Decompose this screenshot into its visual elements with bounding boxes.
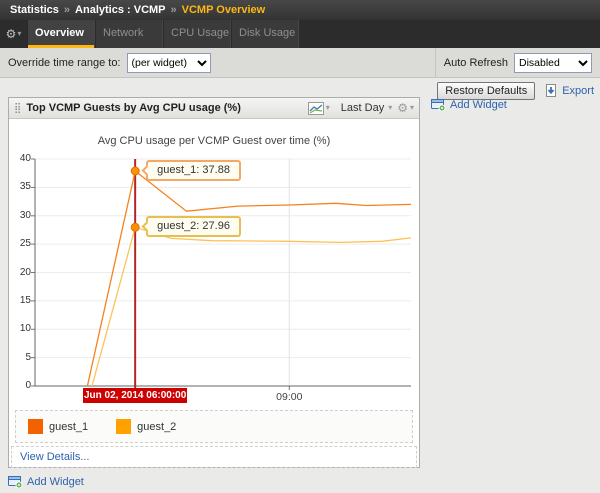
vcmp-overview-page: Statistics » Analytics : VCMP » VCMP Overvie… (0, 0, 600, 493)
chart-legend: guest_1 guest_2 (15, 410, 413, 443)
tooltip-guest-2: guest_2: 27.96 (146, 216, 241, 237)
breadcrumb: Statistics » Analytics : VCMP » VCMP Overvie… (0, 0, 600, 20)
y-tick-label: 35 (9, 181, 31, 192)
x-axis-tick-label: 09:00 (269, 391, 309, 403)
breadcrumb-current: VCMP Overview (182, 4, 266, 16)
top-vcmp-guests-widget: ⣿ Top VCMP Guests by Avg CPU usage (%) ▾… (8, 97, 420, 468)
chart-type-dropdown[interactable]: ▾ (308, 102, 330, 115)
tab-bar: ⚙ ▾ Overview Network CPU Usage Disk Usag… (0, 20, 600, 48)
y-tick-label: 5 (9, 352, 31, 363)
y-tick-label: 40 (9, 153, 31, 164)
y-tick-label: 0 (9, 380, 31, 391)
y-tick-label: 20 (9, 267, 31, 278)
add-widget-icon (8, 476, 23, 488)
actions-row: Restore Defaults Export (437, 82, 594, 100)
time-range-dropdown[interactable]: Last Day ▾ (335, 102, 392, 114)
legend-item-guest-2[interactable]: guest_2 (116, 419, 176, 434)
view-details-link[interactable]: View Details... (20, 451, 90, 463)
chevron-down-icon: ▾ (17, 30, 21, 38)
y-tick-label: 30 (9, 210, 31, 221)
breadcrumb-section[interactable]: Statistics (10, 4, 59, 16)
override-time-range-select[interactable]: (per widget) (127, 53, 211, 73)
tab-cpu-usage[interactable]: CPU Usage (163, 20, 231, 48)
tab-overview[interactable]: Overview (27, 20, 95, 48)
drag-handle-icon[interactable]: ⣿ (14, 103, 21, 114)
breadcrumb-subsection[interactable]: Analytics : VCMP (75, 4, 165, 16)
breadcrumb-separator: » (64, 4, 70, 16)
override-time-range-label: Override time range to: (8, 57, 121, 69)
add-widget-link-bottom[interactable]: Add Widget (8, 476, 84, 488)
tab-disk-usage[interactable]: Disk Usage (231, 20, 299, 48)
y-tick-label: 15 (9, 295, 31, 306)
auto-refresh-select[interactable]: Disabled (514, 53, 592, 73)
gear-icon: ⚙ (6, 28, 17, 40)
legend-swatch-guest-2 (116, 419, 131, 434)
y-tick-label: 10 (9, 323, 31, 334)
add-widget-icon (431, 99, 446, 111)
export-icon (545, 84, 558, 98)
gear-icon: ⚙ (397, 101, 408, 115)
legend-item-guest-1[interactable]: guest_1 (28, 419, 88, 434)
time-toolbar: Override time range to: (per widget) Aut… (0, 48, 600, 78)
legend-swatch-guest-1 (28, 419, 43, 434)
view-details-row: View Details... (11, 446, 417, 468)
breadcrumb-separator: » (171, 4, 177, 16)
tooltip-guest-1: guest_1: 37.88 (146, 160, 241, 181)
chevron-down-icon: ▾ (326, 104, 330, 112)
chevron-down-icon: ▾ (388, 104, 392, 112)
tab-options-menu[interactable]: ⚙ ▾ (0, 20, 27, 48)
chart-area: Avg CPU usage per VCMP Guest over time (… (9, 119, 419, 407)
tab-network[interactable]: Network (95, 20, 163, 48)
chevron-down-icon: ▾ (410, 104, 414, 112)
add-widget-link-top[interactable]: Add Widget (431, 99, 507, 111)
chart-type-icon (308, 102, 324, 115)
time-range-value: Last Day (341, 102, 384, 114)
restore-defaults-button[interactable]: Restore Defaults (437, 82, 535, 100)
y-tick-label: 25 (9, 238, 31, 249)
widget-settings-dropdown[interactable]: ⚙ ▾ (397, 101, 414, 115)
crosshair-date-label: Jun 02, 2014 06:00:00 (83, 388, 187, 403)
widget-header: ⣿ Top VCMP Guests by Avg CPU usage (%) ▾… (9, 98, 419, 119)
export-link[interactable]: Export (545, 84, 594, 98)
widget-title: Top VCMP Guests by Avg CPU usage (%) (26, 102, 302, 114)
auto-refresh-label: Auto Refresh (444, 57, 508, 69)
